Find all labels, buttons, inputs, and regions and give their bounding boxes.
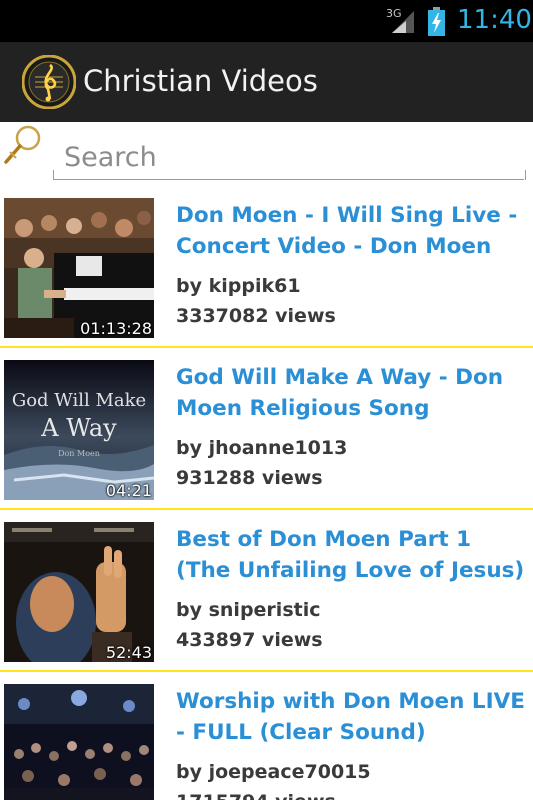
video-title[interactable]: God Will Make A Way - Don Moen Religious…: [176, 362, 526, 424]
video-views: 3337082 views: [176, 305, 336, 327]
treble-clef-logo-icon[interactable]: [22, 55, 76, 109]
video-duration: 01:13:28: [80, 319, 152, 338]
video-list-item[interactable]: Worship with Don Moen LIVE - FULL (Clear…: [0, 672, 533, 800]
video-author: by sniperistic: [176, 599, 321, 621]
concert-thumbnail-image: [4, 198, 154, 338]
video-duration: 04:21: [105, 481, 152, 500]
video-thumbnail[interactable]: 52:43: [4, 522, 154, 662]
video-author: by kippik61: [176, 275, 301, 297]
video-author: by joepeace70015: [176, 761, 371, 783]
video-views: 433897 views: [176, 629, 323, 651]
worship-hands-thumbnail-image: [4, 522, 154, 662]
thumbnail-text: A Way: [40, 414, 117, 442]
app-title: Christian Videos: [83, 64, 318, 98]
video-title[interactable]: Worship with Don Moen LIVE - FULL (Clear…: [176, 686, 526, 748]
video-title[interactable]: Don Moen - I Will Sing Live - Concert Vi…: [176, 200, 526, 262]
status-bar: 3G 11:40: [0, 0, 533, 42]
video-title[interactable]: Best of Don Moen Part 1 (The Unfailing L…: [176, 524, 526, 586]
video-thumbnail[interactable]: [4, 684, 154, 800]
action-bar: Christian Videos: [0, 42, 533, 122]
crowd-thumbnail-image: [4, 684, 154, 800]
search-underline-right: [525, 170, 526, 180]
video-author: by jhoanne1013: [176, 437, 348, 459]
video-duration: 52:43: [105, 643, 152, 662]
thumbnail-text: Don Moen: [58, 449, 100, 458]
video-list-item[interactable]: 52:43 Best of Don Moen Part 1 (The Unfai…: [0, 510, 533, 672]
video-list[interactable]: 01:13:28 Don Moen - I Will Sing Live - C…: [0, 186, 533, 800]
video-list-item[interactable]: God Will Make A Way Don Moen 04:21 God W…: [0, 348, 533, 510]
search-underline-left: [53, 170, 54, 180]
video-list-item[interactable]: 01:13:28 Don Moen - I Will Sing Live - C…: [0, 186, 533, 348]
clock: 11:40: [457, 5, 532, 35]
thumbnail-text: God Will Make: [12, 390, 146, 411]
signal-icon: [392, 11, 414, 33]
magnifier-icon[interactable]: [2, 124, 44, 166]
video-thumbnail[interactable]: 01:13:28: [4, 198, 154, 338]
video-views: 1715794 views: [176, 791, 336, 800]
search-input[interactable]: [54, 136, 524, 180]
god-will-make-a-way-thumbnail-image: God Will Make A Way Don Moen: [4, 360, 154, 500]
battery-charging-icon: [428, 7, 445, 36]
video-views: 931288 views: [176, 467, 323, 489]
video-thumbnail[interactable]: God Will Make A Way Don Moen 04:21: [4, 360, 154, 500]
